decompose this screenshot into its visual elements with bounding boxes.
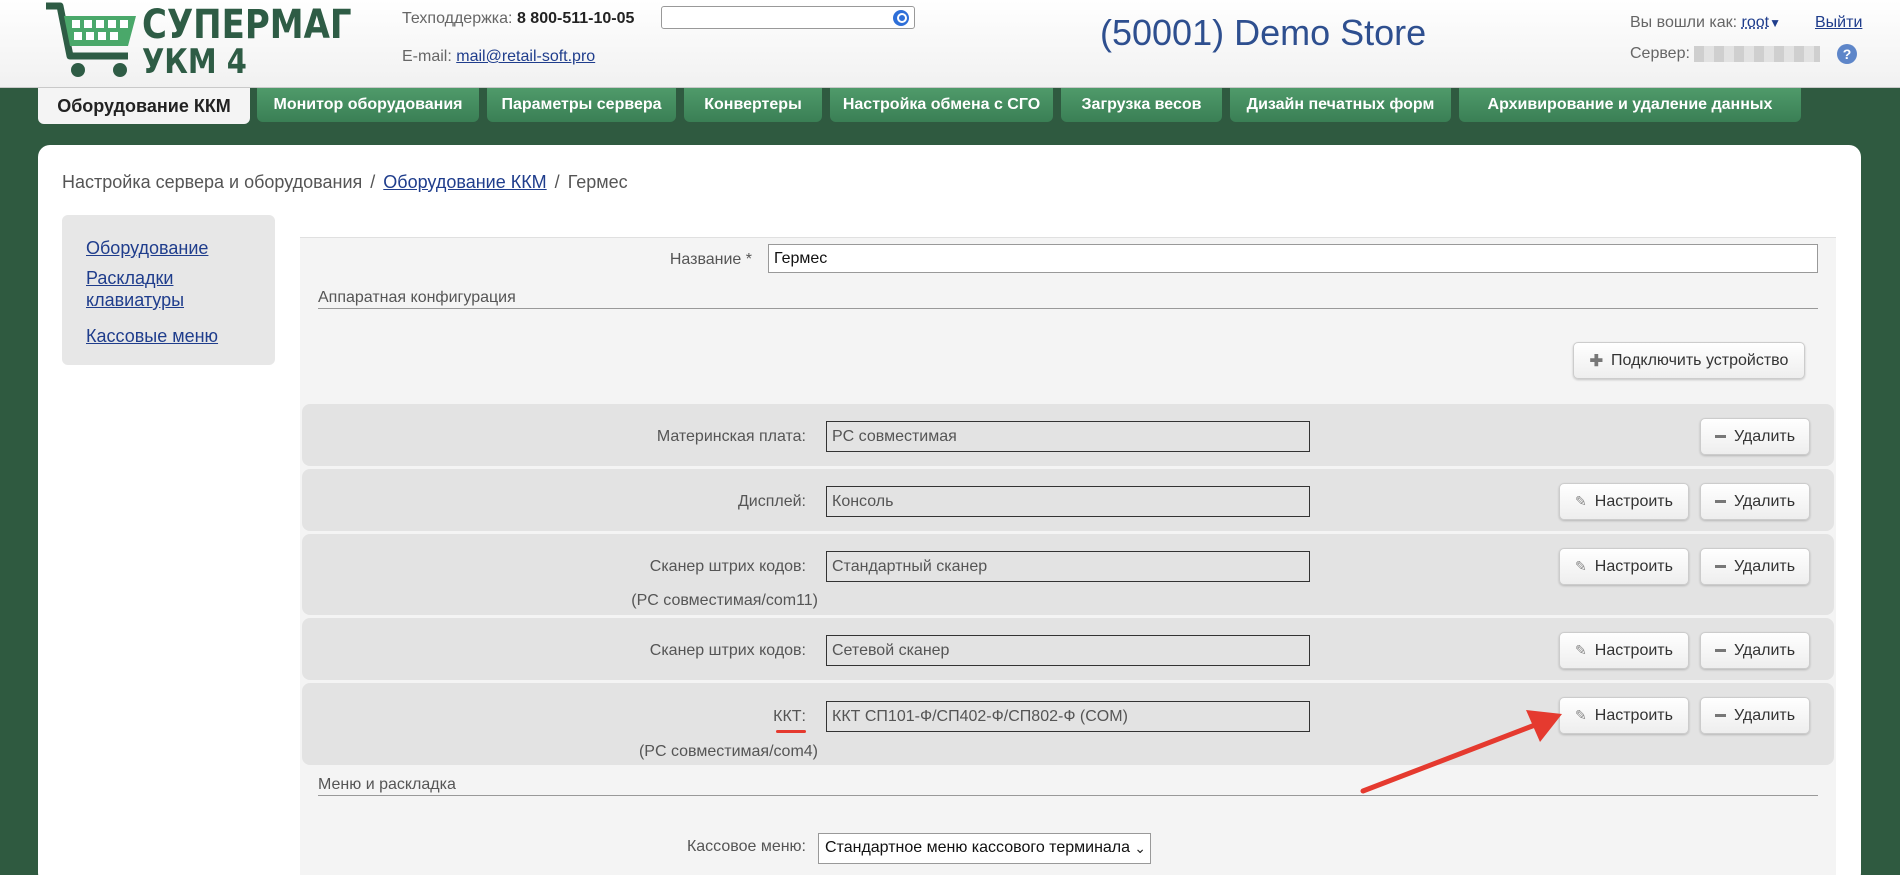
device-label: Сканер штрих кодов: bbox=[649, 558, 806, 575]
login-info: Вы вошли как: root▼ bbox=[1630, 14, 1781, 32]
device-field[interactable]: Сетевой сканер bbox=[826, 635, 1310, 666]
minus-icon bbox=[1714, 500, 1726, 503]
minus-icon bbox=[1714, 435, 1726, 438]
name-field[interactable] bbox=[768, 244, 1818, 273]
configure-button[interactable]: ✎ Настроить bbox=[1559, 548, 1689, 585]
device-label-kkt: ККТ: bbox=[773, 708, 806, 725]
section-divider bbox=[318, 795, 1818, 796]
user-menu[interactable]: root bbox=[1742, 14, 1770, 31]
configure-label: Настроить bbox=[1594, 492, 1673, 510]
device-port-label: (PC совместимая/com4) bbox=[638, 743, 818, 760]
pencil-icon: ✎ bbox=[1575, 707, 1587, 723]
tab-server-params[interactable]: Параметры сервера bbox=[487, 88, 676, 122]
cash-menu-value: Стандартное меню кассового терминала bbox=[825, 839, 1131, 856]
logout-link[interactable]: Выйти bbox=[1815, 14, 1862, 32]
breadcrumb-parent-link[interactable]: Оборудование ККМ bbox=[383, 172, 546, 192]
device-field[interactable]: Стандартный сканер bbox=[826, 551, 1310, 582]
device-port-label: (PC совместимая/com11) bbox=[631, 592, 818, 609]
pencil-icon: ✎ bbox=[1575, 558, 1587, 574]
delete-label: Удалить bbox=[1733, 557, 1796, 575]
tab-equipment-monitor[interactable]: Монитор оборудования bbox=[257, 88, 479, 122]
menu-section-title: Меню и раскладка bbox=[318, 776, 456, 793]
logged-in-label: Вы вошли как: bbox=[1630, 14, 1738, 31]
search-icon[interactable] bbox=[893, 10, 909, 26]
tab-sgo-exchange[interactable]: Настройка обмена с СГО bbox=[830, 88, 1053, 122]
delete-label: Удалить bbox=[1733, 641, 1796, 659]
search-input[interactable] bbox=[661, 6, 915, 29]
device-label: Дисплей: bbox=[737, 493, 806, 510]
hardware-section-title: Аппаратная конфигурация bbox=[318, 289, 516, 306]
configure-label: Настроить bbox=[1594, 557, 1673, 575]
delete-button[interactable]: Удалить bbox=[1700, 632, 1810, 669]
tab-archiving[interactable]: Архивирование и удаление данных bbox=[1459, 88, 1801, 122]
pencil-icon: ✎ bbox=[1575, 493, 1587, 509]
device-field-kkt[interactable]: ККТ СП101-Ф/СП402-Ф/СП802-Ф (COM) bbox=[826, 701, 1310, 732]
sidebar-item-keyboard-layouts[interactable]: Раскладки клавиатуры bbox=[86, 267, 206, 311]
add-device-button[interactable]: ✚ Подключить устройство bbox=[1573, 342, 1805, 379]
device-label: Сканер штрих кодов: bbox=[649, 642, 806, 659]
sidebar-item-cash-menus[interactable]: Кассовые меню bbox=[86, 325, 251, 347]
configure-button[interactable]: ✎ Настроить bbox=[1559, 632, 1689, 669]
menu-label: Кассовое меню: bbox=[686, 838, 806, 855]
help-icon[interactable]: ? bbox=[1837, 44, 1857, 64]
email-info: E-mail: mail@retail-soft.pro bbox=[402, 48, 595, 66]
support-label: Техподдержка: bbox=[402, 10, 513, 27]
sidebar-item-equipment[interactable]: Оборудование bbox=[86, 237, 251, 259]
configure-label: Настроить bbox=[1594, 706, 1673, 724]
server-label: Сервер: bbox=[1630, 45, 1690, 62]
pencil-icon: ✎ bbox=[1575, 642, 1587, 658]
cart-icon bbox=[46, 2, 136, 77]
support-info: Техподдержка: 8 800-511-10-05 bbox=[402, 10, 634, 28]
breadcrumb: Настройка сервера и оборудования / Оборудо… bbox=[62, 172, 628, 192]
delete-button[interactable]: Удалить bbox=[1700, 697, 1810, 734]
device-field[interactable]: Консоль bbox=[826, 486, 1310, 517]
delete-label: Удалить bbox=[1733, 427, 1796, 445]
delete-label: Удалить bbox=[1733, 706, 1796, 724]
logo-subtext: УКМ 4 bbox=[142, 42, 247, 82]
minus-icon bbox=[1714, 565, 1726, 568]
chevron-down-icon: ⌄ bbox=[1132, 840, 1146, 857]
server-info: Сервер: bbox=[1630, 45, 1821, 63]
kkt-highlight-underline bbox=[776, 730, 806, 733]
configure-button-kkt[interactable]: ✎ Настроить bbox=[1559, 697, 1689, 734]
email-label: E-mail: bbox=[402, 48, 452, 65]
section-divider bbox=[318, 308, 1818, 309]
chevron-down-icon[interactable]: ▼ bbox=[1769, 16, 1781, 30]
minus-icon bbox=[1714, 714, 1726, 717]
server-value-masked bbox=[1694, 45, 1821, 62]
sidebar: Оборудование Раскладки клавиатуры Кассов… bbox=[62, 215, 275, 365]
email-link[interactable]: mail@retail-soft.pro bbox=[456, 48, 595, 65]
breadcrumb-current: Гермес bbox=[567, 172, 628, 192]
minus-icon bbox=[1714, 649, 1726, 652]
delete-button[interactable]: Удалить bbox=[1700, 418, 1810, 455]
delete-button[interactable]: Удалить bbox=[1700, 548, 1810, 585]
breadcrumb-root: Настройка сервера и оборудования bbox=[62, 172, 363, 192]
delete-label: Удалить bbox=[1733, 492, 1796, 510]
delete-button[interactable]: Удалить bbox=[1700, 483, 1810, 520]
device-label: Материнская плата: bbox=[656, 428, 806, 445]
add-device-label: Подключить устройство bbox=[1611, 351, 1789, 369]
store-title: (50001) Demo Store bbox=[1100, 12, 1427, 53]
tab-converters[interactable]: Конвертеры bbox=[684, 88, 822, 122]
tab-scales-load[interactable]: Загрузка весов bbox=[1061, 88, 1222, 122]
name-label: Название * bbox=[669, 251, 752, 268]
configure-label: Настроить bbox=[1594, 641, 1673, 659]
cash-menu-select[interactable]: Стандартное меню кассового терминала ⌄ bbox=[818, 833, 1151, 864]
configure-button[interactable]: ✎ Настроить bbox=[1559, 483, 1689, 520]
tab-print-design[interactable]: Дизайн печатных форм bbox=[1230, 88, 1451, 122]
tab-kkm-equipment[interactable]: Оборудование ККМ bbox=[38, 88, 250, 124]
plus-icon: ✚ bbox=[1589, 352, 1604, 370]
logo[interactable]: СУПЕРМАГ УКМ 4 bbox=[42, 0, 352, 82]
support-phone: 8 800-511-10-05 bbox=[516, 10, 635, 27]
device-field[interactable]: PC совместимая bbox=[826, 421, 1310, 452]
app-header: СУПЕРМАГ УКМ 4 Техподдержка: 8 800-511-1… bbox=[0, 0, 1900, 88]
